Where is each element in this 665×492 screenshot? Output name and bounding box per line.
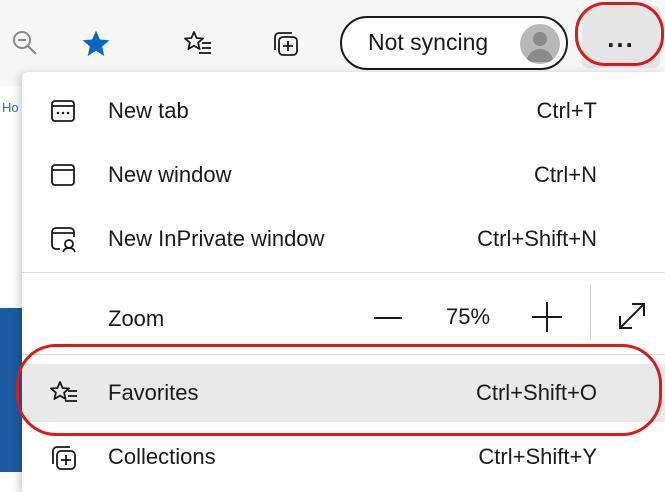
menu-divider — [22, 354, 665, 355]
menu-item-label: Collections — [108, 444, 216, 469]
star-filled-icon[interactable] — [76, 24, 116, 64]
page-text-fragment: Ho — [2, 100, 19, 115]
menu-item-label: Favorites — [108, 380, 199, 405]
favorites-bar-icon[interactable] — [178, 24, 218, 64]
menu-item-new-inprivate-window[interactable]: New InPrivate window Ctrl+Shift+N — [22, 210, 665, 268]
inprivate-icon — [51, 227, 76, 253]
menu-item-favorites[interactable]: Favorites Ctrl+Shift+O — [22, 364, 665, 422]
zoom-out-icon[interactable] — [370, 300, 406, 336]
sync-status-label: Not syncing — [368, 29, 489, 55]
zoom-level-value: 75% — [446, 304, 491, 329]
page-background: Ho — [0, 86, 22, 472]
profile-sync-button[interactable]: Not syncing — [340, 16, 568, 70]
collections-toolbar-icon[interactable] — [266, 24, 306, 64]
menu-item-shortcut: Ctrl+Shift+N — [477, 226, 597, 251]
avatar — [520, 24, 560, 64]
fullscreen-icon[interactable] — [614, 298, 650, 334]
zoom-in-icon[interactable] — [528, 298, 566, 336]
page-blue-panel — [0, 308, 22, 472]
settings-and-more-button[interactable]: ... — [582, 6, 660, 68]
more-icon: ... — [607, 23, 635, 53]
zoom-label: Zoom — [108, 306, 165, 331]
menu-item-new-tab[interactable]: New tab Ctrl+T — [22, 82, 665, 140]
menu-item-shortcut: Ctrl+Shift+O — [475, 380, 597, 405]
menu-item-label: New tab — [108, 98, 189, 123]
settings-menu: New tab Ctrl+T New window Ctrl+N New InP… — [22, 72, 665, 492]
menu-item-collections[interactable]: Collections Ctrl+Shift+Y — [22, 428, 665, 486]
zoom-separator — [590, 286, 591, 338]
menu-item-shortcut: Ctrl+Shift+Y — [478, 444, 597, 469]
menu-item-label: New window — [108, 162, 232, 187]
collections-icon — [52, 446, 76, 470]
new-tab-icon — [51, 100, 75, 122]
zoom-indicator-icon[interactable] — [8, 26, 42, 60]
menu-item-new-window[interactable]: New window Ctrl+N — [22, 146, 665, 204]
menu-item-shortcut: Ctrl+T — [536, 98, 598, 123]
favorites-icon — [50, 381, 77, 402]
menu-divider — [22, 272, 665, 273]
menu-item-shortcut: Ctrl+N — [534, 162, 597, 187]
new-window-icon — [51, 164, 75, 186]
menu-item-label: New InPrivate window — [108, 226, 325, 251]
